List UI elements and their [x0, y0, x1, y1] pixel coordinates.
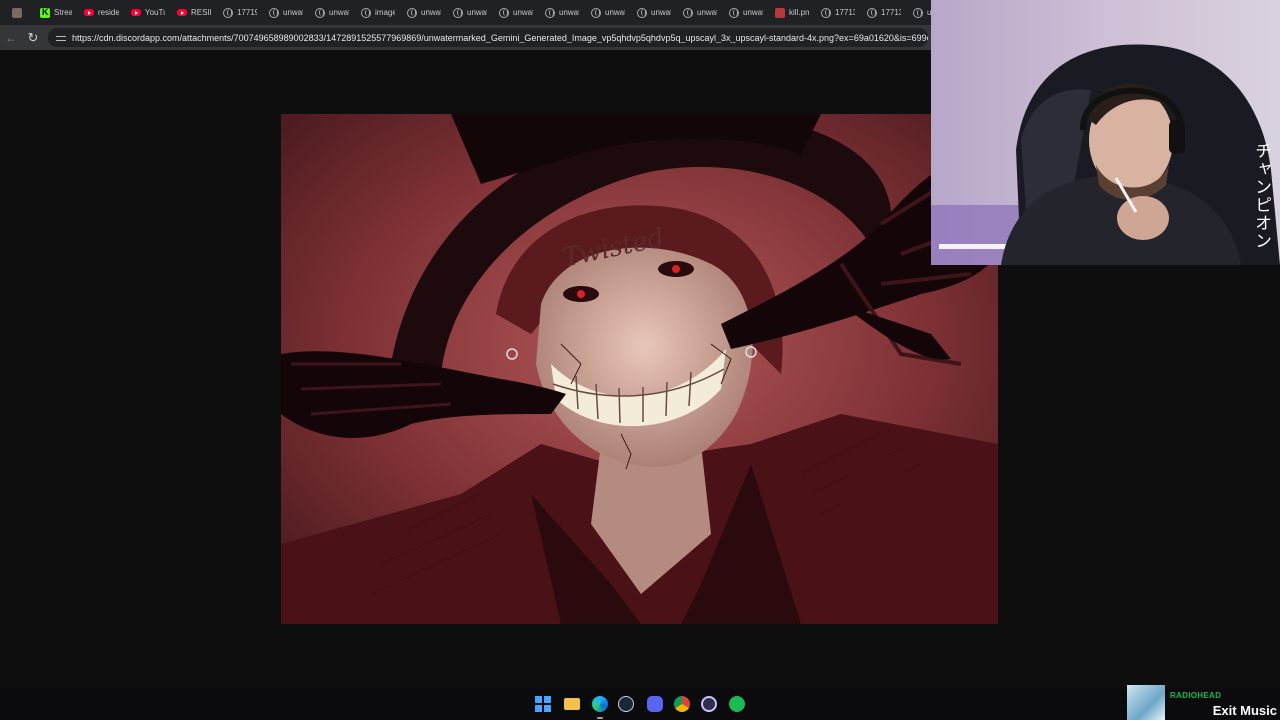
- browser-tab[interactable]: Stream: [34, 0, 78, 25]
- globe-icon: [637, 7, 647, 18]
- pdf-icon: [775, 7, 785, 18]
- tab-label: RESIDE: [191, 8, 211, 17]
- tab-label: unwate: [697, 8, 717, 17]
- steam-icon[interactable]: [618, 696, 634, 712]
- globe-icon: [821, 7, 831, 18]
- browser-tab[interactable]: YouTub: [125, 0, 171, 25]
- tab-label: unwate: [283, 8, 303, 17]
- browser-tab[interactable]: residen: [78, 0, 125, 25]
- obs-icon[interactable]: [701, 696, 717, 712]
- url-text: https://cdn.discordapp.com/attachments/7…: [72, 32, 928, 43]
- spotify-icon[interactable]: [729, 696, 745, 712]
- url-field[interactable]: https://cdn.discordapp.com/attachments/7…: [48, 28, 928, 47]
- globe-icon: [591, 7, 601, 18]
- globe-icon: [407, 7, 417, 18]
- tab-label: kill.pn: [789, 8, 809, 17]
- artwork-image: Twisted: [281, 114, 998, 624]
- browser-tab[interactable]: unwate: [447, 0, 493, 25]
- globe-icon: [499, 7, 509, 18]
- browser-tab[interactable]: RESIDE: [171, 0, 217, 25]
- tab-label: unwate: [421, 8, 441, 17]
- file-explorer-icon[interactable]: [564, 698, 580, 710]
- site-info-icon[interactable]: [56, 33, 66, 43]
- tab-label: 17719: [237, 8, 257, 17]
- globe-icon: [729, 7, 739, 18]
- browser-tab[interactable]: unwate: [539, 0, 585, 25]
- windows-start-icon[interactable]: [535, 696, 551, 712]
- browser-tab[interactable]: 17713: [861, 0, 907, 25]
- browser-tab[interactable]: unwate: [401, 0, 447, 25]
- now-playing-track: Exit Music: [1212, 703, 1277, 718]
- taskbar: RADIOHEAD Exit Music: [0, 685, 1280, 720]
- tab-label: YouTub: [145, 8, 165, 17]
- browser-tab[interactable]: unwat: [723, 0, 769, 25]
- browser-tab[interactable]: unwate: [309, 0, 355, 25]
- webcam-watermark-text: チャンピオン: [1252, 142, 1271, 250]
- tab-label: unwate: [559, 8, 579, 17]
- tab-label: unwate: [329, 8, 349, 17]
- browser-tab[interactable]: 17719: [217, 0, 263, 25]
- now-playing-widget: RADIOHEAD Exit Music: [1127, 685, 1280, 720]
- globe-icon: [453, 7, 463, 18]
- tab-label: unwate: [605, 8, 625, 17]
- now-playing-artist: RADIOHEAD: [1170, 691, 1222, 700]
- browser-tab[interactable]: unwate: [677, 0, 723, 25]
- discord-icon[interactable]: [647, 696, 663, 712]
- tab-label: residen: [98, 8, 119, 17]
- reload-button[interactable]: ↻: [22, 25, 44, 50]
- browser-tab[interactable]: [0, 0, 34, 25]
- tab-label: 17713: [835, 8, 855, 17]
- tab-label: Stream: [54, 8, 72, 17]
- browser-tab[interactable]: 17713: [815, 0, 861, 25]
- globe-icon: [683, 7, 693, 18]
- edge-icon[interactable]: [592, 696, 608, 712]
- kick-icon: [40, 7, 50, 18]
- active-app-indicator: [597, 717, 603, 719]
- youtube-icon: [177, 9, 187, 16]
- browser-tab[interactable]: unwate: [263, 0, 309, 25]
- tab-label: unwat: [743, 8, 763, 17]
- pinned-favicon-icon: [12, 7, 22, 18]
- tab-label: 17713: [881, 8, 901, 17]
- globe-icon: [867, 7, 877, 18]
- browser-tab[interactable]: image: [355, 0, 401, 25]
- browser-tab[interactable]: unwate: [585, 0, 631, 25]
- browser-tab[interactable]: unwate: [631, 0, 677, 25]
- globe-icon: [315, 7, 325, 18]
- tab-label: unwate: [467, 8, 487, 17]
- youtube-icon: [84, 9, 94, 16]
- globe-icon: [269, 7, 279, 18]
- chrome-icon[interactable]: [674, 696, 690, 712]
- browser-tab[interactable]: kill.pn: [769, 0, 815, 25]
- tab-label: unwate: [513, 8, 533, 17]
- globe-icon: [223, 7, 233, 18]
- globe-icon: [545, 7, 555, 18]
- globe-icon: [361, 7, 371, 18]
- back-button[interactable]: ←: [0, 25, 22, 50]
- tab-label: unwate: [651, 8, 671, 17]
- globe-icon: [913, 7, 923, 18]
- album-art: [1127, 685, 1165, 720]
- artwork-illustration: Twisted: [281, 114, 998, 624]
- tab-label: image: [375, 8, 395, 17]
- browser-tab[interactable]: unwate: [493, 0, 539, 25]
- webcam-feed: [931, 0, 1280, 265]
- webcam-overlay: チャンピオン: [931, 0, 1280, 265]
- youtube-icon: [131, 9, 141, 16]
